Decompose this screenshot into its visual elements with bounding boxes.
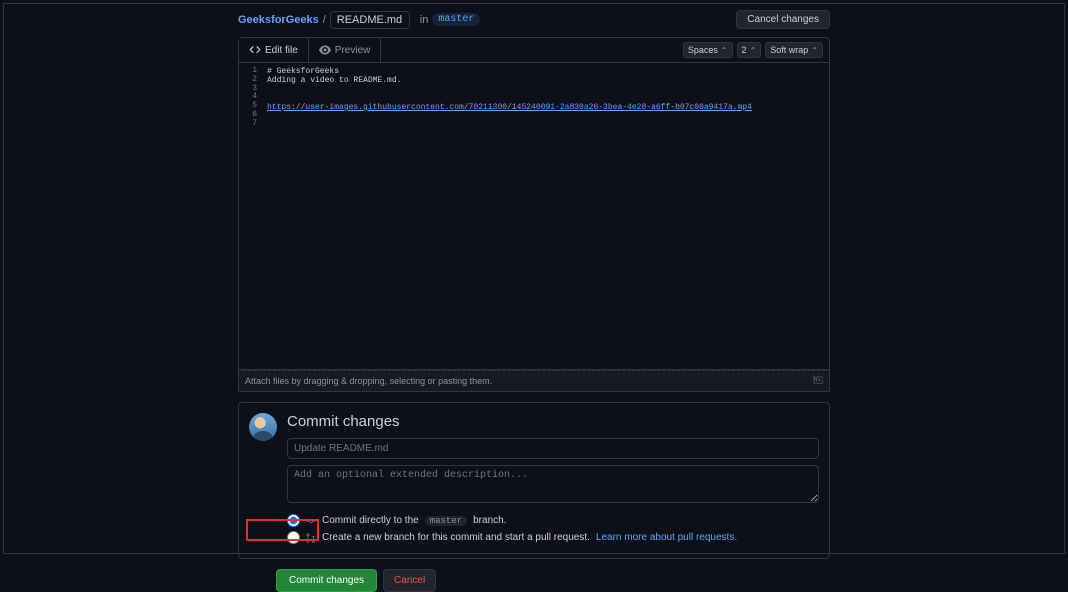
video-url-link[interactable]: https://user-images.githubusercontent.co…: [267, 103, 752, 112]
markdown-icon: [813, 375, 823, 387]
code-content[interactable]: # GeeksforGeeksAdding a video to README.…: [261, 63, 758, 369]
cancel-button[interactable]: Cancel: [383, 569, 436, 592]
avatar: [249, 413, 277, 441]
commit-actions: Commit changes Cancel: [238, 569, 830, 592]
code-editor[interactable]: 1 2 3 4 5 6 7 # GeeksforGeeksAdding a vi…: [238, 62, 830, 370]
commit-changes-button[interactable]: Commit changes: [276, 569, 377, 592]
line-gutter: 1 2 3 4 5 6 7: [239, 63, 261, 369]
